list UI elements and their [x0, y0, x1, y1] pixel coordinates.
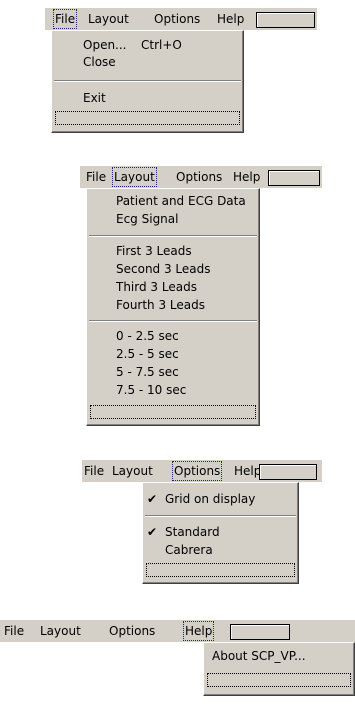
menu-item-label: 0 - 2.5 sec	[116, 329, 179, 343]
menu-item-exit[interactable]: Exit	[52, 90, 243, 106]
menu-bar-slot	[256, 12, 315, 28]
menu-layout[interactable]: Layout	[88, 11, 129, 27]
menu-item-fourth-3-leads[interactable]: Fourth 3 Leads	[87, 297, 259, 313]
menu-item-label: Third 3 Leads	[116, 280, 197, 294]
separator	[145, 515, 296, 517]
menu-item-label: Standard	[165, 525, 220, 539]
menu-layout[interactable]: Layout	[112, 463, 153, 479]
menu-layout[interactable]: Layout	[112, 167, 157, 187]
menu-bar: File Layout Options Help	[0, 620, 355, 642]
help-dropdown: About SCP_VP...	[203, 642, 355, 696]
layout-dropdown: Patient and ECG Data Ecg Signal First 3 …	[86, 188, 260, 426]
menu-item-close[interactable]: Close	[52, 54, 243, 70]
menu-item-patient-ecg-data[interactable]: Patient and ECG Data	[87, 193, 259, 209]
menu-item-label: 7.5 - 10 sec	[116, 383, 187, 397]
menu-item-label: Grid on display	[165, 492, 256, 506]
menu-empty-slot	[207, 673, 351, 687]
checkmark-icon: ✔	[147, 525, 158, 539]
menu-help[interactable]: Help	[217, 11, 244, 27]
menu-options[interactable]: Options	[176, 169, 222, 185]
menu-file[interactable]: File	[4, 623, 24, 639]
file-menu-panel: File Layout Options Help Open... Ctrl+O …	[0, 0, 355, 140]
menu-item-open[interactable]: Open... Ctrl+O	[52, 37, 243, 53]
menu-bar: File Layout Options Help	[45, 8, 317, 30]
menu-options[interactable]: Options	[171, 461, 223, 481]
menu-item-ecg-signal[interactable]: Ecg Signal	[87, 211, 259, 227]
file-dropdown: Open... Ctrl+O Close Exit	[51, 30, 244, 133]
menu-file[interactable]: File	[86, 169, 106, 185]
menu-bar-slot	[230, 624, 290, 640]
menu-item-2-5-5-sec[interactable]: 2.5 - 5 sec	[87, 346, 259, 362]
options-menu-panel: File Layout Options Help ✔ Grid on displ…	[0, 452, 355, 592]
separator	[89, 320, 257, 322]
menu-item-label: Close	[83, 55, 116, 69]
menu-item-7-5-10-sec[interactable]: 7.5 - 10 sec	[87, 382, 259, 398]
menu-bar: File Layout Options Help	[80, 166, 322, 188]
menu-file[interactable]: File	[84, 463, 104, 479]
menu-item-second-3-leads[interactable]: Second 3 Leads	[87, 261, 259, 277]
separator	[89, 235, 257, 237]
menu-item-standard[interactable]: ✔ Standard	[143, 524, 298, 540]
menu-item-label: Second 3 Leads	[116, 262, 211, 276]
menu-item-5-7-5-sec[interactable]: 5 - 7.5 sec	[87, 364, 259, 380]
menu-help[interactable]: Help	[233, 169, 260, 185]
menu-item-label: Patient and ECG Data	[116, 194, 246, 208]
menu-item-label: Cabrera	[165, 543, 213, 557]
menu-item-grid-on-display[interactable]: ✔ Grid on display	[143, 491, 298, 507]
help-menu-panel: File Layout Options Help About SCP_VP...	[0, 612, 355, 707]
menu-item-label: Exit	[83, 91, 106, 105]
menu-bar: File Layout Options Help	[82, 460, 322, 482]
menu-item-label: First 3 Leads	[116, 244, 192, 258]
menu-item-shortcut: Ctrl+O	[141, 38, 182, 52]
menu-bar-slot	[268, 170, 320, 186]
menu-help[interactable]: Help	[234, 463, 261, 479]
options-dropdown: ✔ Grid on display ✔ Standard Cabrera	[142, 482, 299, 584]
menu-options[interactable]: Options	[109, 623, 155, 639]
menu-item-label: Fourth 3 Leads	[116, 298, 206, 312]
menu-item-label: 5 - 7.5 sec	[116, 365, 179, 379]
menu-item-about[interactable]: About SCP_VP...	[204, 648, 354, 664]
menu-item-label: 2.5 - 5 sec	[116, 347, 179, 361]
menu-item-label: Open...	[83, 38, 127, 52]
menu-item-third-3-leads[interactable]: Third 3 Leads	[87, 279, 259, 295]
menu-item-cabrera[interactable]: Cabrera	[143, 542, 298, 558]
menu-empty-slot	[55, 111, 240, 125]
separator	[54, 80, 241, 82]
menu-empty-slot	[146, 563, 295, 577]
menu-help[interactable]: Help	[182, 621, 215, 641]
menu-options[interactable]: Options	[154, 11, 200, 27]
menu-file[interactable]: File	[52, 9, 78, 29]
layout-menu-panel: File Layout Options Help Patient and ECG…	[0, 160, 355, 432]
menu-item-label: About SCP_VP...	[212, 649, 306, 663]
menu-item-0-2-5-sec[interactable]: 0 - 2.5 sec	[87, 328, 259, 344]
checkmark-icon: ✔	[147, 492, 158, 506]
menu-empty-slot	[90, 405, 256, 419]
menu-item-label: Ecg Signal	[116, 212, 179, 226]
menu-layout[interactable]: Layout	[40, 623, 81, 639]
menu-item-first-3-leads[interactable]: First 3 Leads	[87, 243, 259, 259]
menu-bar-slot	[259, 464, 317, 480]
